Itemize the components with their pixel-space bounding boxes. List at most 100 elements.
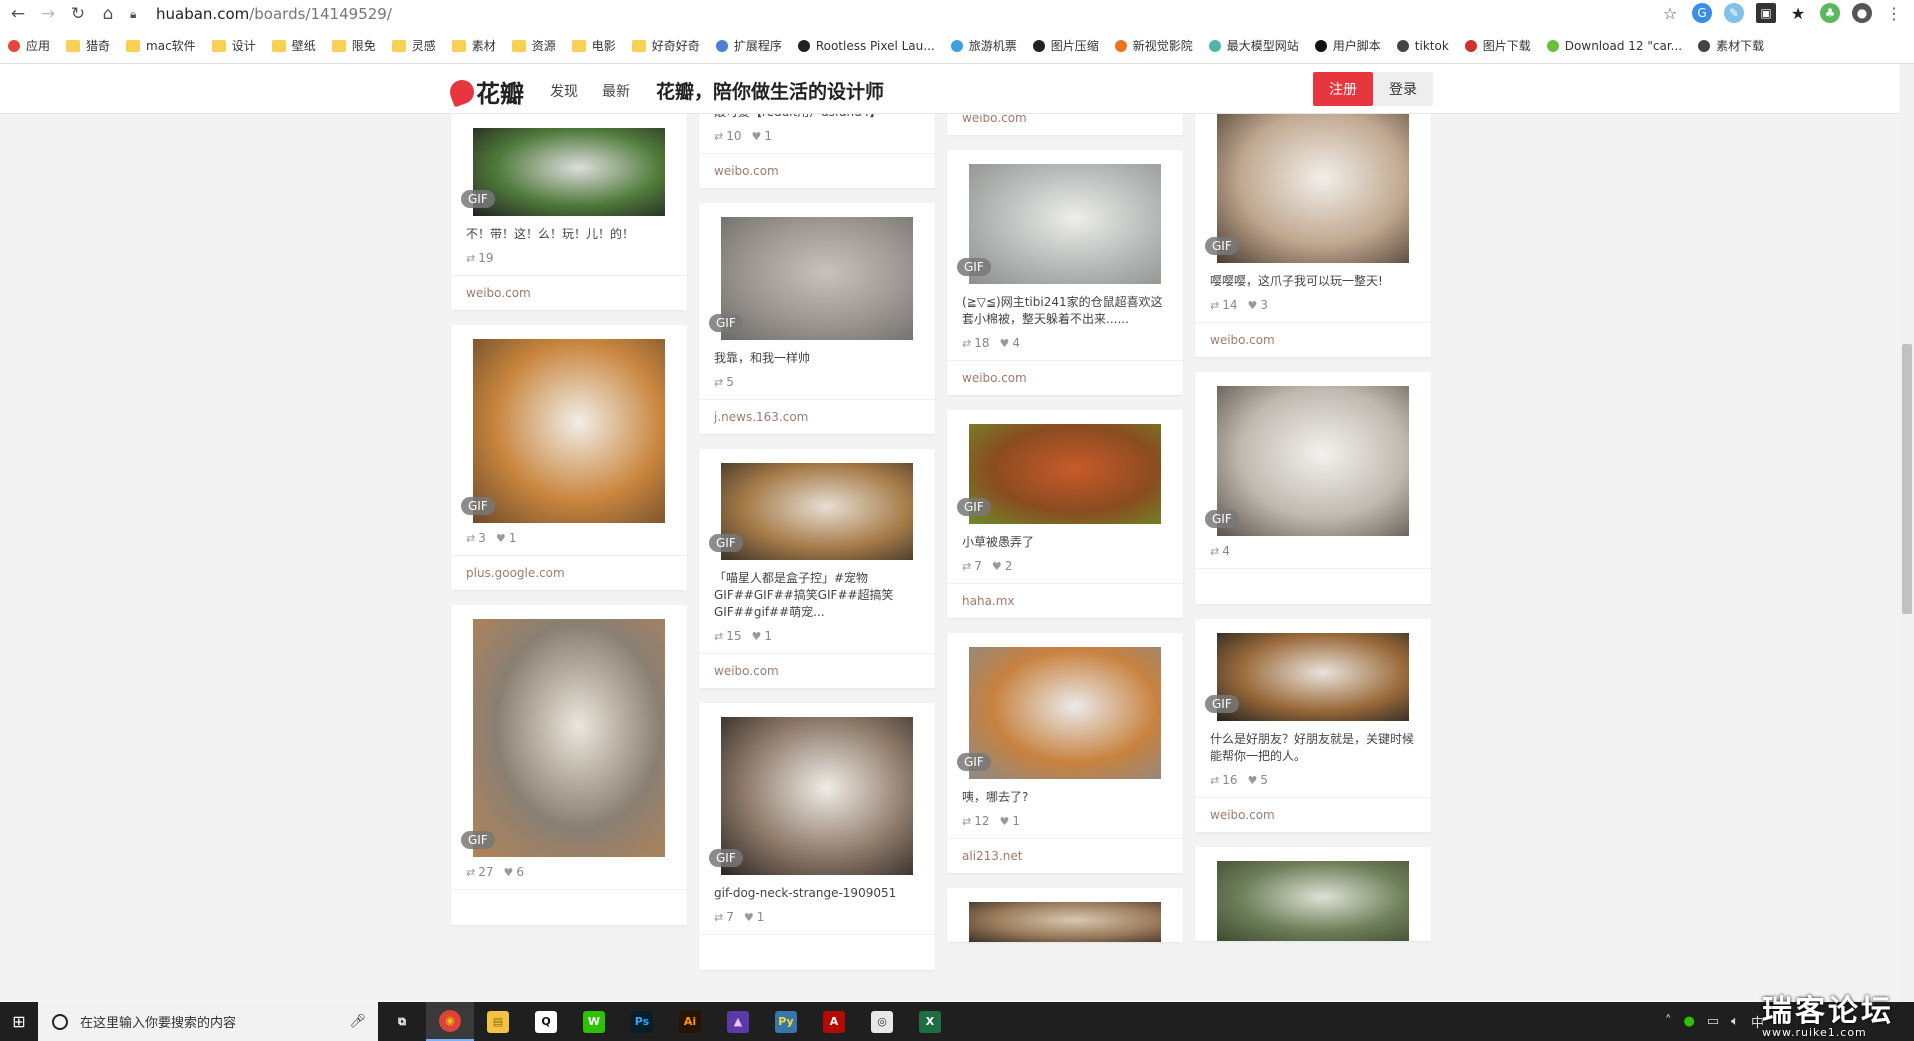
pin-image[interactable]: [1217, 386, 1409, 536]
pin-card[interactable]: GIF 咦，哪去了? ⇄ 12 ♥ 1 ali213.net: [947, 633, 1183, 873]
bookmark-item[interactable]: 应用: [8, 37, 50, 54]
bookmark-item[interactable]: 最大模型网站: [1208, 37, 1299, 54]
pin-card[interactable]: GIF ⇄ 27 ♥ 6: [451, 605, 687, 925]
home-icon[interactable]: ⌂: [96, 2, 120, 26]
pin-image[interactable]: [969, 902, 1161, 942]
bookmark-item[interactable]: 限免: [331, 37, 376, 54]
bookmark-item[interactable]: mac软件: [126, 37, 196, 54]
profile-icon[interactable]: ●: [1852, 3, 1872, 23]
login-button[interactable]: 登录: [1373, 72, 1433, 106]
pin-image[interactable]: [1217, 861, 1409, 941]
pin-source-link[interactable]: weibo.com: [947, 360, 1183, 395]
bookmark-item[interactable]: 灵感: [391, 37, 436, 54]
pin-image[interactable]: [1217, 633, 1409, 721]
pin-card[interactable]: 敲可爱【reddit用户asfand4】 ⇄10 ♥1 weibo.com: [699, 114, 935, 188]
extension-leaf-icon[interactable]: ✎: [1724, 3, 1744, 23]
taskbar-excel-icon[interactable]: X: [906, 1002, 954, 1041]
pin-image[interactable]: [721, 717, 913, 875]
bookmark-item[interactable]: 好奇好奇: [631, 37, 700, 54]
bookmark-item[interactable]: 猎奇: [66, 37, 110, 54]
windows-start-icon[interactable]: ⊞: [0, 1002, 38, 1041]
pin-card[interactable]: GIF 什么是好朋友？好朋友就是，关键时候能帮你一把的人。 ⇄ 16 ♥ 5 weibo.c…: [1195, 619, 1431, 832]
pin-source-link[interactable]: [1195, 568, 1431, 604]
pin-image[interactable]: [969, 164, 1161, 284]
pin-card[interactable]: GIF 小草被愚弄了 ⇄ 7 ♥ 2 haha.mx: [947, 410, 1183, 618]
pin-source-link[interactable]: weibo.com: [699, 153, 935, 188]
pin-card[interactable]: [1195, 847, 1431, 941]
extension-green-icon[interactable]: ♣: [1820, 3, 1840, 23]
taskbar-qq-icon[interactable]: Q: [522, 1002, 570, 1041]
tray-chevron-icon[interactable]: ˄: [1665, 1014, 1672, 1029]
pin-source-link[interactable]: [451, 889, 687, 925]
extension-square-icon[interactable]: ▣: [1756, 3, 1776, 23]
pin-source-link[interactable]: weibo.com: [451, 275, 687, 310]
taskbar-illustrator-icon[interactable]: Ai: [666, 1002, 714, 1041]
tray-volume-icon[interactable]: 🔈︎: [1731, 1014, 1739, 1029]
pin-card[interactable]: GIF (≧▽≦)网主tibi241家的仓鼠超喜欢这套小棉被，整天躲着不出来...…: [947, 150, 1183, 395]
pin-card[interactable]: GIF gif-dog-neck-strange-1909051 ⇄ 7 ♥ 1: [699, 703, 935, 970]
bookmark-item[interactable]: 用户脚本: [1314, 37, 1381, 54]
bookmark-item[interactable]: 素材下载: [1698, 37, 1764, 54]
pin-card[interactable]: [947, 888, 1183, 942]
bookmark-item[interactable]: 新视觉影院: [1114, 37, 1193, 54]
pin-card[interactable]: GIF 我靠，和我一样帅 ⇄ 5 j.news.163.com: [699, 203, 935, 434]
pin-image[interactable]: [721, 463, 913, 560]
pin-source-link[interactable]: plus.google.com: [451, 555, 687, 590]
pin-image[interactable]: [969, 424, 1161, 524]
bookmark-item[interactable]: 图片压缩: [1032, 37, 1099, 54]
pin-source-link[interactable]: weibo.com: [699, 653, 935, 688]
tray-wechat-icon[interactable]: ●: [1684, 1014, 1695, 1029]
taskbar-search-box[interactable]: 在这里输入你要搜索的内容 🎤︎: [38, 1002, 378, 1041]
bookmark-item[interactable]: 资源: [511, 37, 556, 54]
taskbar-task-view-icon[interactable]: ⧉: [378, 1002, 426, 1041]
bookmark-star-icon[interactable]: ★: [1788, 3, 1808, 23]
pin-card[interactable]: GIF 「喵星人都是盒子控」#宠物GIF##GIF##搞笑GIF##超搞笑GIF#…: [699, 449, 935, 688]
pin-card[interactable]: GIF ⇄ 4: [1195, 372, 1431, 604]
bookmark-item[interactable]: Rootless Pixel Lau...: [797, 39, 935, 53]
pin-image[interactable]: [969, 647, 1161, 779]
pin-source-link[interactable]: weibo.com: [1195, 797, 1431, 832]
page-scrollbar[interactable]: [1900, 64, 1914, 1002]
taskbar-photoshop-icon[interactable]: Ps: [618, 1002, 666, 1041]
pin-image[interactable]: [473, 128, 665, 216]
pin-source-link[interactable]: weibo.com: [1195, 322, 1431, 357]
taskbar-wechat-icon[interactable]: W: [570, 1002, 618, 1041]
taskbar-python-icon[interactable]: Py: [762, 1002, 810, 1041]
bookmark-item[interactable]: 扩展程序: [715, 37, 782, 54]
pin-image[interactable]: [473, 619, 665, 857]
bookmark-item[interactable]: 旅游机票: [950, 37, 1017, 54]
bookmark-item[interactable]: Download 12 "car...: [1546, 39, 1682, 53]
nav-latest[interactable]: 最新: [602, 81, 630, 101]
taskbar-affinity-icon[interactable]: ▲: [714, 1002, 762, 1041]
pin-source-link[interactable]: j.news.163.com: [699, 399, 935, 434]
bookmark-item[interactable]: 设计: [211, 37, 256, 54]
address-bar[interactable]: 🔒︎ huaban.com/boards/14149529/: [130, 2, 1630, 26]
taskbar-chat-app-icon[interactable]: ◎: [858, 1002, 906, 1041]
bookmark-item[interactable]: tiktok: [1396, 39, 1449, 53]
nav-discover[interactable]: 发现: [550, 81, 578, 101]
menu-icon[interactable]: ⋮: [1884, 3, 1904, 23]
back-icon[interactable]: ←: [6, 2, 30, 26]
pin-image[interactable]: [473, 339, 665, 523]
pin-card[interactable]: weibo.com: [947, 114, 1183, 135]
bookmark-item[interactable]: 壁纸: [271, 37, 316, 54]
pin-image[interactable]: [1217, 114, 1409, 263]
scrollbar-thumb[interactable]: [1902, 344, 1912, 614]
pin-source-link[interactable]: weibo.com: [947, 114, 1183, 135]
taskbar-chrome-icon[interactable]: ◉: [426, 1002, 474, 1041]
pin-card[interactable]: GIF 嘤嘤嘤，这爪子我可以玩一整天! ⇄ 14 ♥ 3 weibo.com: [1195, 114, 1431, 357]
reload-icon[interactable]: ↻: [66, 2, 90, 26]
pin-source-link[interactable]: ali213.net: [947, 838, 1183, 873]
huaban-logo[interactable]: 花瓣: [446, 74, 524, 109]
taskbar-acrobat-icon[interactable]: A: [810, 1002, 858, 1041]
tray-network-icon[interactable]: ▭: [1707, 1014, 1719, 1029]
forward-icon[interactable]: →: [36, 2, 60, 26]
pin-source-link[interactable]: haha.mx: [947, 583, 1183, 618]
bookmark-item[interactable]: 电影: [571, 37, 616, 54]
pin-source-link[interactable]: [699, 934, 935, 970]
pin-card[interactable]: GIF 不！带！这！么！玩！儿！的！ ⇄ 19 weibo.com: [451, 114, 687, 310]
bookmark-item[interactable]: 图片下载: [1464, 37, 1531, 54]
register-button[interactable]: 注册: [1313, 72, 1373, 106]
extension-icon[interactable]: G: [1692, 3, 1712, 23]
pin-card[interactable]: GIF ⇄ 3 ♥ 1 plus.google.com: [451, 325, 687, 590]
